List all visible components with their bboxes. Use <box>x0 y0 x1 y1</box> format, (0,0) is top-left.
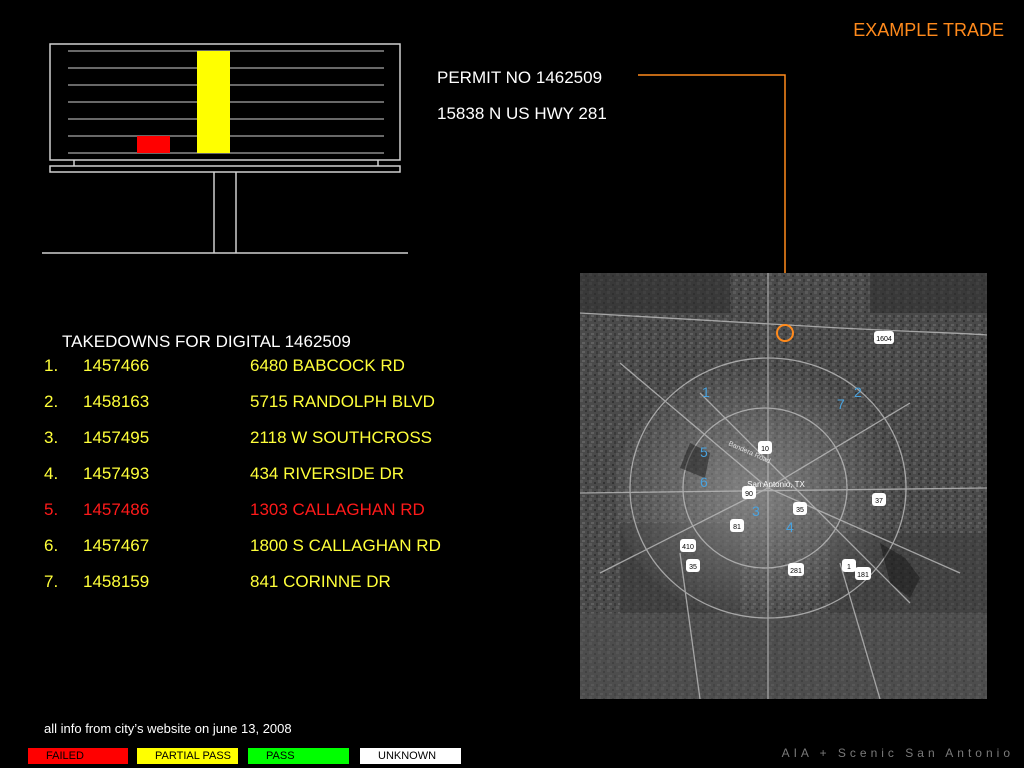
billboard-bar-partial <box>197 51 230 153</box>
source-footnote: all info from city’s website on june 13,… <box>44 721 292 736</box>
map-marker-1: 1 <box>702 384 710 400</box>
takedowns-heading: TAKEDOWNS FOR DIGITAL 1462509 <box>62 332 351 351</box>
svg-text:410: 410 <box>682 544 694 551</box>
item-number: 1. <box>44 356 59 375</box>
item-permit: 1458163 <box>83 392 150 411</box>
svg-text:181: 181 <box>857 572 869 579</box>
highway-shield-81: 81 <box>730 519 744 532</box>
item-permit: 1457493 <box>83 464 150 483</box>
map-marker-4: 4 <box>786 519 794 535</box>
item-permit: 1457467 <box>83 536 150 555</box>
map-marker-6: 6 <box>700 474 708 490</box>
svg-text:10: 10 <box>761 446 769 453</box>
highway-shield-35a: 35 <box>793 502 807 515</box>
city-label: San Antonio, TX <box>747 480 805 489</box>
highway-shield-1604: 1604 <box>874 331 894 344</box>
svg-text:35: 35 <box>689 564 697 571</box>
billboard-bar-failed <box>137 136 170 153</box>
billboard-illustration <box>42 43 408 254</box>
map-marker-3: 3 <box>752 503 760 519</box>
legend-unknown: UNKNOWN <box>360 748 461 764</box>
highway-shield-35b: 35 <box>686 559 700 572</box>
map-marker-5: 5 <box>700 444 708 460</box>
highway-shield-1: 1 <box>842 559 856 572</box>
highway-shield-35c: 35 <box>890 473 904 486</box>
slide-title: EXAMPLE TRADE <box>853 20 1004 40</box>
item-address: 5715 RANDOLPH BLVD <box>250 392 435 411</box>
svg-text:35: 35 <box>796 507 804 514</box>
item-address: 2118 W SOUTHCROSS <box>250 428 433 447</box>
item-number: 5. <box>44 500 59 519</box>
permit-address: 15838 N US HWY 281 <box>437 104 607 123</box>
item-address: 6480 BABCOCK RD <box>250 356 405 375</box>
satellite-map: 1604 10 90 35 81 37 410 35 281 1 181 35 … <box>580 273 987 699</box>
item-number: 3. <box>44 428 59 447</box>
legend-partial-pass: PARTIAL PASS <box>137 748 238 764</box>
credit-footer: AIA + Scenic San Antonio <box>781 746 1014 760</box>
billboard-catwalk <box>49 165 401 173</box>
svg-text:90: 90 <box>745 491 753 498</box>
permit-number: PERMIT NO 1462509 <box>437 68 603 87</box>
highway-shield-410: 410 <box>680 539 696 552</box>
svg-text:1: 1 <box>847 564 851 571</box>
svg-text:81: 81 <box>733 524 741 531</box>
highway-shield-10: 10 <box>758 441 772 454</box>
map-marker-2: 2 <box>854 384 862 400</box>
item-address: 841 CORINNE DR <box>250 572 391 591</box>
legend-pass: PASS <box>248 748 349 764</box>
item-number: 7. <box>44 572 59 591</box>
highway-shield-37: 37 <box>872 493 886 506</box>
item-number: 6. <box>44 536 59 555</box>
item-number: 4. <box>44 464 59 483</box>
item-number: 2. <box>44 392 59 411</box>
legend-failed: FAILED <box>28 748 128 764</box>
item-address: 434 RIVERSIDE DR <box>250 464 404 483</box>
item-address: 1303 CALLAGHAN RD <box>250 500 425 519</box>
item-permit: 1458159 <box>83 572 150 591</box>
item-permit: 1457466 <box>83 356 150 375</box>
highway-shield-281: 281 <box>788 563 804 576</box>
svg-text:37: 37 <box>875 498 883 505</box>
svg-text:281: 281 <box>790 568 802 575</box>
item-permit: 1457495 <box>83 428 150 447</box>
item-address: 1800 S CALLAGHAN RD <box>250 536 441 555</box>
map-marker-7: 7 <box>837 396 845 412</box>
svg-text:1604: 1604 <box>876 336 892 343</box>
item-permit: 1457486 <box>83 500 150 519</box>
highway-shield-181: 181 <box>855 567 871 580</box>
